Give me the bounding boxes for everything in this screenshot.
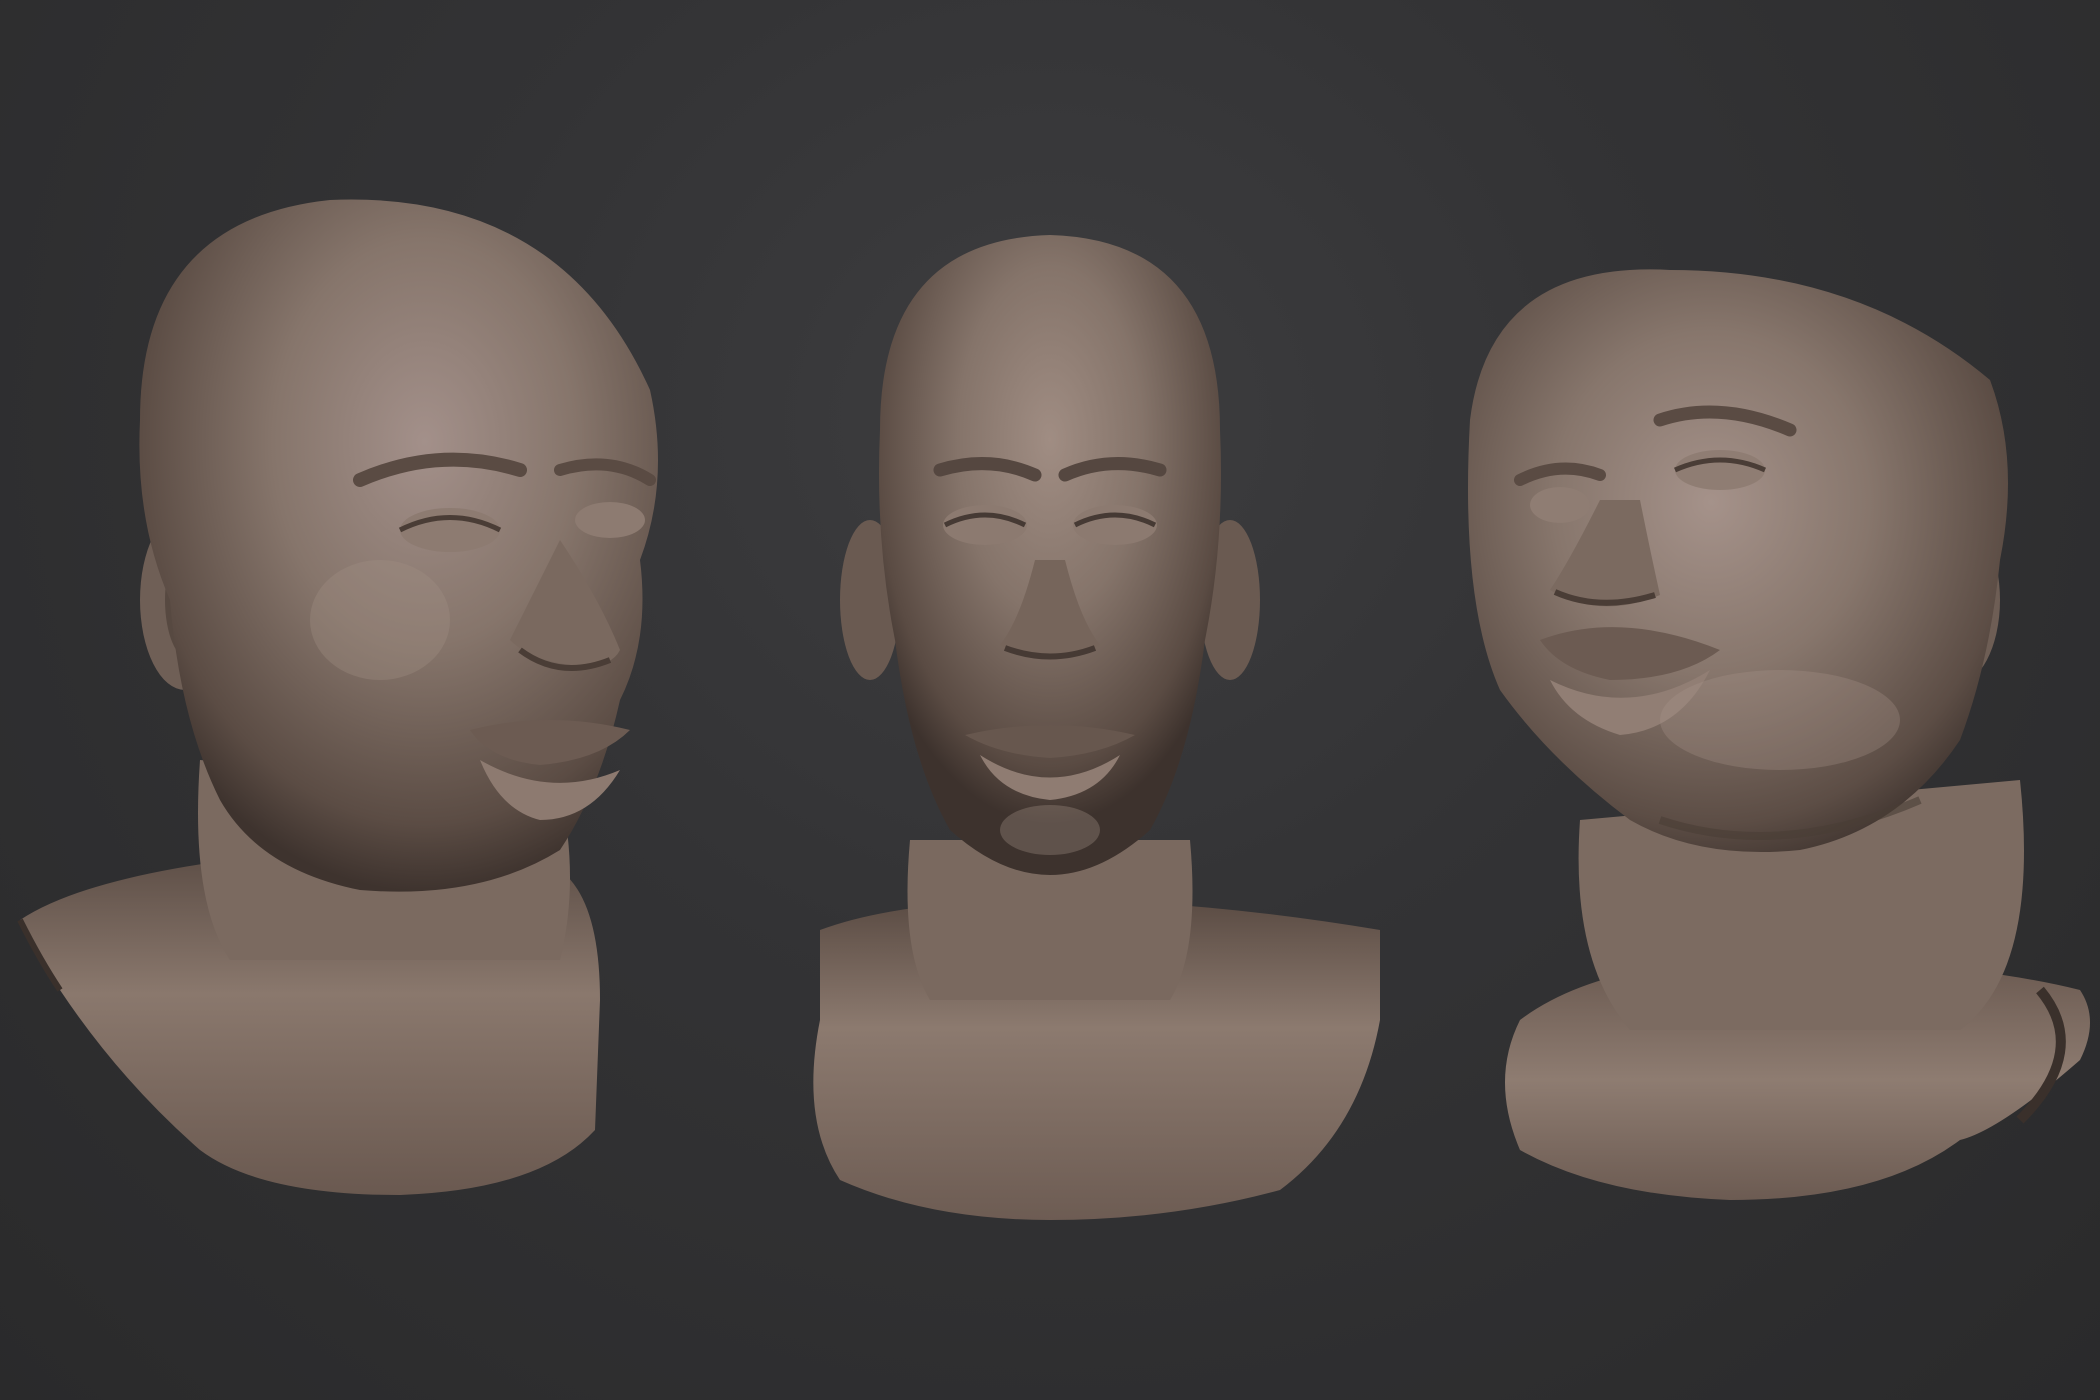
bust-front [700,0,1400,1400]
bust-three-quarter-left [0,0,700,1400]
sculpted-head-icon [17,199,658,1195]
sculpted-head-icon [813,235,1380,1220]
render-viewport [0,0,2100,1400]
bust-low-angle-right [1400,0,2100,1400]
sculpted-head-icon [1468,269,2090,1200]
